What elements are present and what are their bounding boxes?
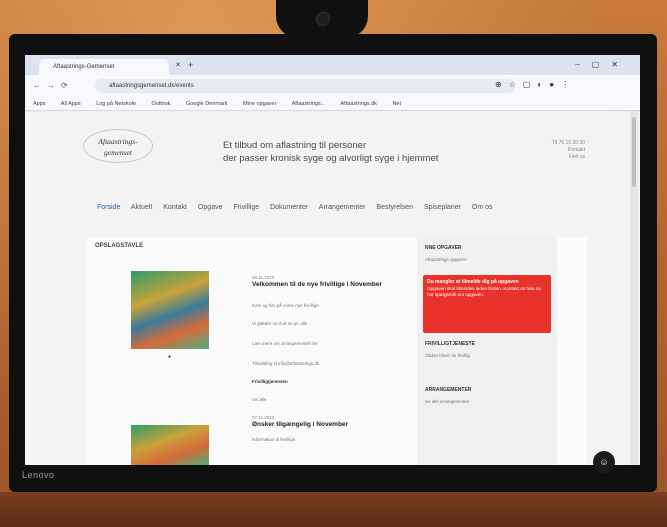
sidebar-text[interactable]: Aftaastrings opgaver (425, 257, 550, 262)
post-text: Tilmelding til info@aftaastrings.dk (252, 361, 320, 366)
sidebar: NNE OPGAVER Aftaastrings opgaver Du mang… (417, 237, 557, 465)
desk (0, 492, 667, 527)
sidebar-heading: ARRANGEMENTER (425, 387, 472, 393)
sidebar-text[interactable]: Se alle arrangementer (425, 399, 550, 404)
sidebar-heading: FRIVILLIGTJENESTE (425, 341, 476, 347)
bookmark-item[interactable]: Outlook (151, 101, 170, 107)
post-date: 07.11.2023 (252, 415, 275, 420)
scrollbar-thumb[interactable] (632, 117, 636, 187)
nav-item-arrangementer[interactable]: Arrangementer (319, 204, 366, 211)
post-date: 08.11.2023 (252, 275, 275, 280)
nav-item-kontakt[interactable]: Kontakt (163, 204, 187, 211)
alert-body: Opgaven skal tilmeldes inden fristen. Ko… (427, 285, 541, 298)
close-tab-icon[interactable]: ✕ (175, 61, 181, 69)
web-page: Aftaastrings- gemenset Et tilbud om afla… (25, 112, 640, 465)
show-all-link[interactable]: Vis alle (252, 397, 402, 402)
bookmark-item[interactable]: Mine opgaver (243, 101, 276, 107)
alert-title: Du mangler at tilmelde dig på opgaven (427, 279, 519, 285)
post-text: Information til frivillige (252, 437, 296, 442)
alert-box[interactable]: Du mangler at tilmelde dig på opgaven Op… (423, 275, 551, 333)
nav-item-bestyrelsen[interactable]: Bestyrelsen (376, 204, 413, 211)
nav-item-dokumenter[interactable]: Dokumenter (270, 204, 308, 211)
nav-item-aktuelt[interactable]: Aktuelt (131, 204, 152, 211)
bookmark-item[interactable]: All Apps (61, 101, 81, 107)
bookmarks-bar: Apps All Apps Log på Netskole Outlook Go… (25, 97, 640, 111)
header-phone: Tlf 70 10 20 30 (551, 140, 585, 146)
nav-item-opgave[interactable]: Opgave (198, 204, 223, 211)
nav-item-om-os[interactable]: Om os (472, 204, 493, 211)
bookmark-item[interactable]: Aftaastrings... (292, 101, 326, 107)
header-info: Tlf 70 10 20 30 Kontakt Find os (495, 140, 585, 161)
section-title: OPSLAGSTAVLE (95, 243, 144, 249)
tagline-line-1: Et tilbud om aflastning til personer (223, 140, 367, 151)
nav-item-spiseplaner[interactable]: Spiseplaner (424, 204, 461, 211)
site-tagline: Et tilbud om aflastning til personer der… (223, 139, 438, 165)
header-contact-link[interactable]: Kontakt (495, 147, 585, 154)
window-controls[interactable]: –▢✕ (575, 60, 630, 69)
main-navigation: Forside Aktuelt Kontakt Opgave Frivillig… (97, 204, 502, 211)
chat-icon[interactable]: ☺ (593, 451, 615, 473)
nav-item-forside[interactable]: Forside (97, 204, 120, 211)
post-image[interactable] (131, 271, 209, 349)
bookmark-item[interactable]: Aftaastrings.dk (341, 101, 377, 107)
post-author[interactable]: Frivilligtjenesten (252, 379, 288, 384)
url-input[interactable]: aftaastringsgemenset.dk/events (95, 79, 515, 93)
sidebar-heading: NNE OPGAVER (425, 245, 462, 251)
webcam-lens (316, 12, 330, 26)
sidebar-text[interactable]: Sådan bliver du frivillig (425, 353, 550, 358)
post-text: Læs mere om arrangementet her (252, 341, 319, 346)
content-panel: OPSLAGSTAVLE ● 08.11.2023 Velkommen til … (87, 237, 587, 465)
new-tab-icon[interactable]: + (188, 60, 193, 70)
post-image[interactable] (131, 425, 209, 465)
post-text: Kom og hils på vores nye frivillige (252, 303, 319, 308)
header-find-link[interactable]: Find os (495, 154, 585, 161)
nav-item-frivillige[interactable]: Frivillige (233, 204, 259, 211)
bookmark-item[interactable]: Log på Netskole (96, 101, 136, 107)
monitor-screen: Aftaastrings-Gemenset ✕ + –▢✕ ←→⟳ aftaas… (25, 55, 640, 465)
post-title[interactable]: Velkommen til de nye frivillige i Novemb… (252, 281, 392, 288)
carousel-dot[interactable]: ● (168, 354, 171, 360)
site-logo[interactable]: Aftaastrings- gemenset (83, 129, 153, 163)
bookmark-item[interactable]: Apps (33, 101, 46, 107)
monitor-brand: Lenovo (22, 470, 55, 480)
post-text: Vi glæder os til at se jer alle (252, 321, 308, 326)
bookmark-item[interactable]: Net (392, 101, 401, 107)
toolbar-icons[interactable]: ⊕☆▢◐●⋮ (495, 80, 576, 89)
nav-icons[interactable]: ←→⟳ (33, 81, 74, 90)
bookmark-item[interactable]: Google Denmark (186, 101, 228, 107)
browser-tab[interactable]: Aftaastrings-Gemenset (39, 59, 169, 75)
tagline-line-2: der passer kronisk syge og alvorligt syg… (223, 153, 439, 164)
post-title[interactable]: Ønsker tilgængelig i November (252, 421, 392, 428)
